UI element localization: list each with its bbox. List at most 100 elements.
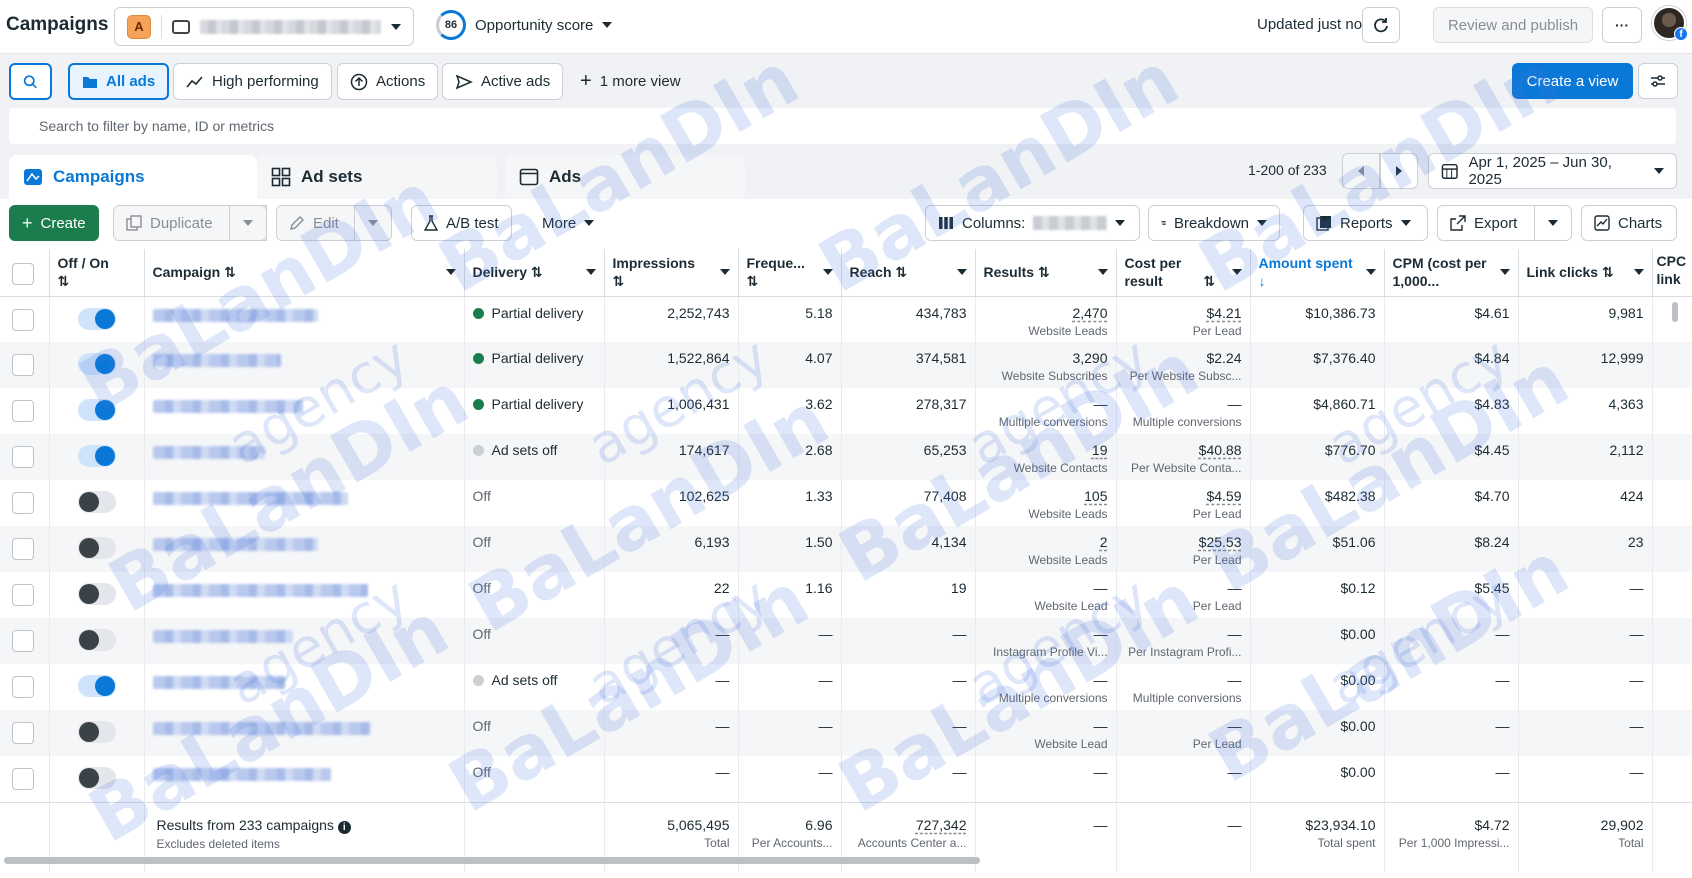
campaign-name-redacted[interactable] bbox=[152, 676, 285, 689]
view-settings-button[interactable] bbox=[1638, 63, 1678, 99]
campaign-toggle[interactable] bbox=[77, 307, 116, 330]
row-checkbox[interactable] bbox=[12, 538, 34, 560]
add-view-button[interactable]: + 1 more view bbox=[568, 63, 693, 100]
results-value[interactable]: 2,470 bbox=[1072, 305, 1107, 321]
column-header-cpm[interactable]: CPM (cost per 1,000... bbox=[1384, 249, 1519, 297]
create-view-button[interactable]: Create a view bbox=[1512, 63, 1633, 99]
table-row[interactable]: Partial delivery 2,252,743 5.18 434,783 … bbox=[0, 296, 1692, 342]
row-checkbox[interactable] bbox=[12, 722, 34, 744]
column-header-cost-per-result[interactable]: Cost per result ⇅ bbox=[1116, 249, 1251, 297]
table-row[interactable]: Partial delivery 1,006,431 3.62 278,317 … bbox=[0, 388, 1692, 434]
next-page-button[interactable] bbox=[1380, 153, 1418, 189]
row-checkbox[interactable] bbox=[12, 400, 34, 422]
previous-page-button[interactable] bbox=[1342, 153, 1380, 189]
column-header-cpc[interactable]: CPC link bbox=[1652, 249, 1692, 297]
date-range-picker[interactable]: Apr 1, 2025 – Jun 30, 2025 bbox=[1428, 153, 1677, 189]
row-checkbox[interactable] bbox=[12, 446, 34, 468]
ab-test-button[interactable]: A/B test bbox=[411, 205, 512, 241]
campaign-name-redacted[interactable] bbox=[152, 768, 331, 781]
campaign-toggle[interactable] bbox=[77, 445, 116, 467]
campaign-name-cell[interactable] bbox=[144, 434, 465, 480]
row-checkbox[interactable] bbox=[12, 768, 34, 790]
export-button[interactable]: Export bbox=[1437, 205, 1540, 241]
campaign-name-cell[interactable] bbox=[144, 756, 465, 802]
column-header-results[interactable]: Results ⇅ bbox=[975, 249, 1117, 297]
campaign-toggle[interactable] bbox=[77, 399, 116, 421]
reports-button[interactable]: Reports bbox=[1303, 205, 1428, 241]
campaign-name-cell[interactable] bbox=[144, 618, 465, 664]
view-actions[interactable]: Actions bbox=[337, 63, 439, 100]
campaign-name-redacted[interactable] bbox=[152, 630, 293, 643]
column-header-campaign[interactable]: Campaign ⇅ bbox=[144, 249, 465, 297]
table-row[interactable]: Off 102,625 1.33 77,408 105 Website Leads… bbox=[0, 480, 1692, 526]
breakdown-button[interactable]: Breakdown bbox=[1148, 205, 1280, 241]
review-publish-button[interactable]: Review and publish bbox=[1433, 7, 1593, 43]
search-button[interactable] bbox=[9, 63, 52, 100]
account-selector[interactable]: A bbox=[114, 7, 414, 46]
campaign-name-cell[interactable] bbox=[144, 342, 465, 388]
view-all-ads[interactable]: All ads bbox=[68, 63, 170, 100]
campaign-name-redacted[interactable] bbox=[152, 538, 318, 551]
campaign-toggle[interactable] bbox=[77, 537, 116, 559]
campaign-toggle[interactable] bbox=[77, 767, 116, 789]
campaign-toggle[interactable] bbox=[77, 629, 116, 651]
row-checkbox[interactable] bbox=[12, 492, 34, 514]
opportunity-score[interactable]: 86 Opportunity score bbox=[436, 10, 613, 40]
table-row[interactable]: Partial delivery 1,522,864 4.07 374,581 … bbox=[0, 342, 1692, 388]
tab-ads[interactable]: Ads bbox=[505, 155, 745, 199]
table-row[interactable]: Off — — — — Website Lead — Per Lead $0.00 … bbox=[0, 710, 1692, 756]
more-actions-button[interactable]: More bbox=[530, 205, 607, 241]
column-header-frequency[interactable]: Freque... ⇅ bbox=[738, 249, 842, 297]
column-header-off-on[interactable]: Off / On ⇅ bbox=[49, 249, 145, 297]
columns-button[interactable]: Columns: bbox=[925, 205, 1140, 241]
select-all-checkbox[interactable] bbox=[12, 263, 34, 286]
export-dropdown[interactable] bbox=[1534, 205, 1572, 241]
table-row[interactable]: Ad sets off 174,617 2.68 65,253 19 Websit… bbox=[0, 434, 1692, 480]
campaign-name-cell[interactable] bbox=[144, 664, 465, 710]
campaign-name-cell[interactable] bbox=[144, 480, 465, 526]
campaign-name-redacted[interactable] bbox=[152, 308, 318, 322]
charts-button[interactable]: Charts bbox=[1581, 205, 1677, 241]
vertical-scrollbar[interactable] bbox=[1672, 302, 1678, 322]
view-active-ads[interactable]: Active ads bbox=[442, 63, 564, 100]
campaign-toggle[interactable] bbox=[77, 583, 116, 605]
campaign-name-redacted[interactable] bbox=[152, 400, 303, 413]
campaign-name-redacted[interactable] bbox=[152, 492, 348, 505]
results-value[interactable]: 2 bbox=[1100, 534, 1108, 550]
results-value[interactable]: 105 bbox=[1084, 488, 1107, 504]
campaign-name-cell[interactable] bbox=[144, 572, 465, 618]
row-checkbox[interactable] bbox=[12, 584, 34, 606]
row-checkbox[interactable] bbox=[12, 630, 34, 652]
row-checkbox[interactable] bbox=[12, 354, 34, 376]
column-header-amount-spent[interactable]: Amount spent ↓ bbox=[1250, 249, 1385, 297]
column-header-reach[interactable]: Reach ⇅ bbox=[841, 249, 976, 297]
table-row[interactable]: Off — — — — Instagram Profile Vi... — Per … bbox=[0, 618, 1692, 664]
cost-per-result-value[interactable]: $40.88 bbox=[1199, 442, 1242, 458]
row-checkbox[interactable] bbox=[12, 676, 34, 698]
campaign-name-cell[interactable] bbox=[144, 388, 465, 434]
column-header-link-clicks[interactable]: Link clicks ⇅ bbox=[1518, 249, 1653, 297]
totals-value[interactable]: 727,342 bbox=[916, 817, 967, 833]
search-input[interactable]: Search to filter by name, ID or metrics bbox=[9, 108, 1676, 144]
cost-per-result-value[interactable]: $4.21 bbox=[1206, 305, 1241, 321]
campaign-name-redacted[interactable] bbox=[152, 446, 265, 459]
results-value[interactable]: 19 bbox=[1092, 442, 1108, 458]
campaign-name-cell[interactable] bbox=[144, 526, 465, 572]
campaign-name-cell[interactable] bbox=[144, 296, 465, 342]
table-row[interactable]: Ad sets off — — — — Multiple conversions … bbox=[0, 664, 1692, 710]
campaign-toggle[interactable] bbox=[77, 721, 116, 743]
column-header-impressions[interactable]: Impressions ⇅ bbox=[604, 249, 739, 297]
view-high-performing[interactable]: High performing bbox=[173, 63, 332, 100]
table-row[interactable]: Off 6,193 1.50 4,134 2 Website Leads $25.… bbox=[0, 526, 1692, 572]
campaign-name-redacted[interactable] bbox=[152, 722, 371, 735]
edit-dropdown[interactable] bbox=[354, 205, 392, 241]
campaign-name-redacted[interactable] bbox=[152, 584, 368, 597]
campaign-name-redacted[interactable] bbox=[152, 354, 281, 367]
column-header-delivery[interactable]: Delivery ⇅ bbox=[464, 249, 605, 297]
cost-per-result-value[interactable]: $25.53 bbox=[1199, 534, 1242, 550]
campaign-toggle[interactable] bbox=[77, 491, 116, 513]
campaign-toggle[interactable] bbox=[77, 353, 116, 375]
tab-campaigns[interactable]: Campaigns bbox=[9, 155, 257, 199]
horizontal-scrollbar[interactable] bbox=[4, 857, 980, 864]
user-avatar[interactable]: f bbox=[1652, 6, 1688, 41]
